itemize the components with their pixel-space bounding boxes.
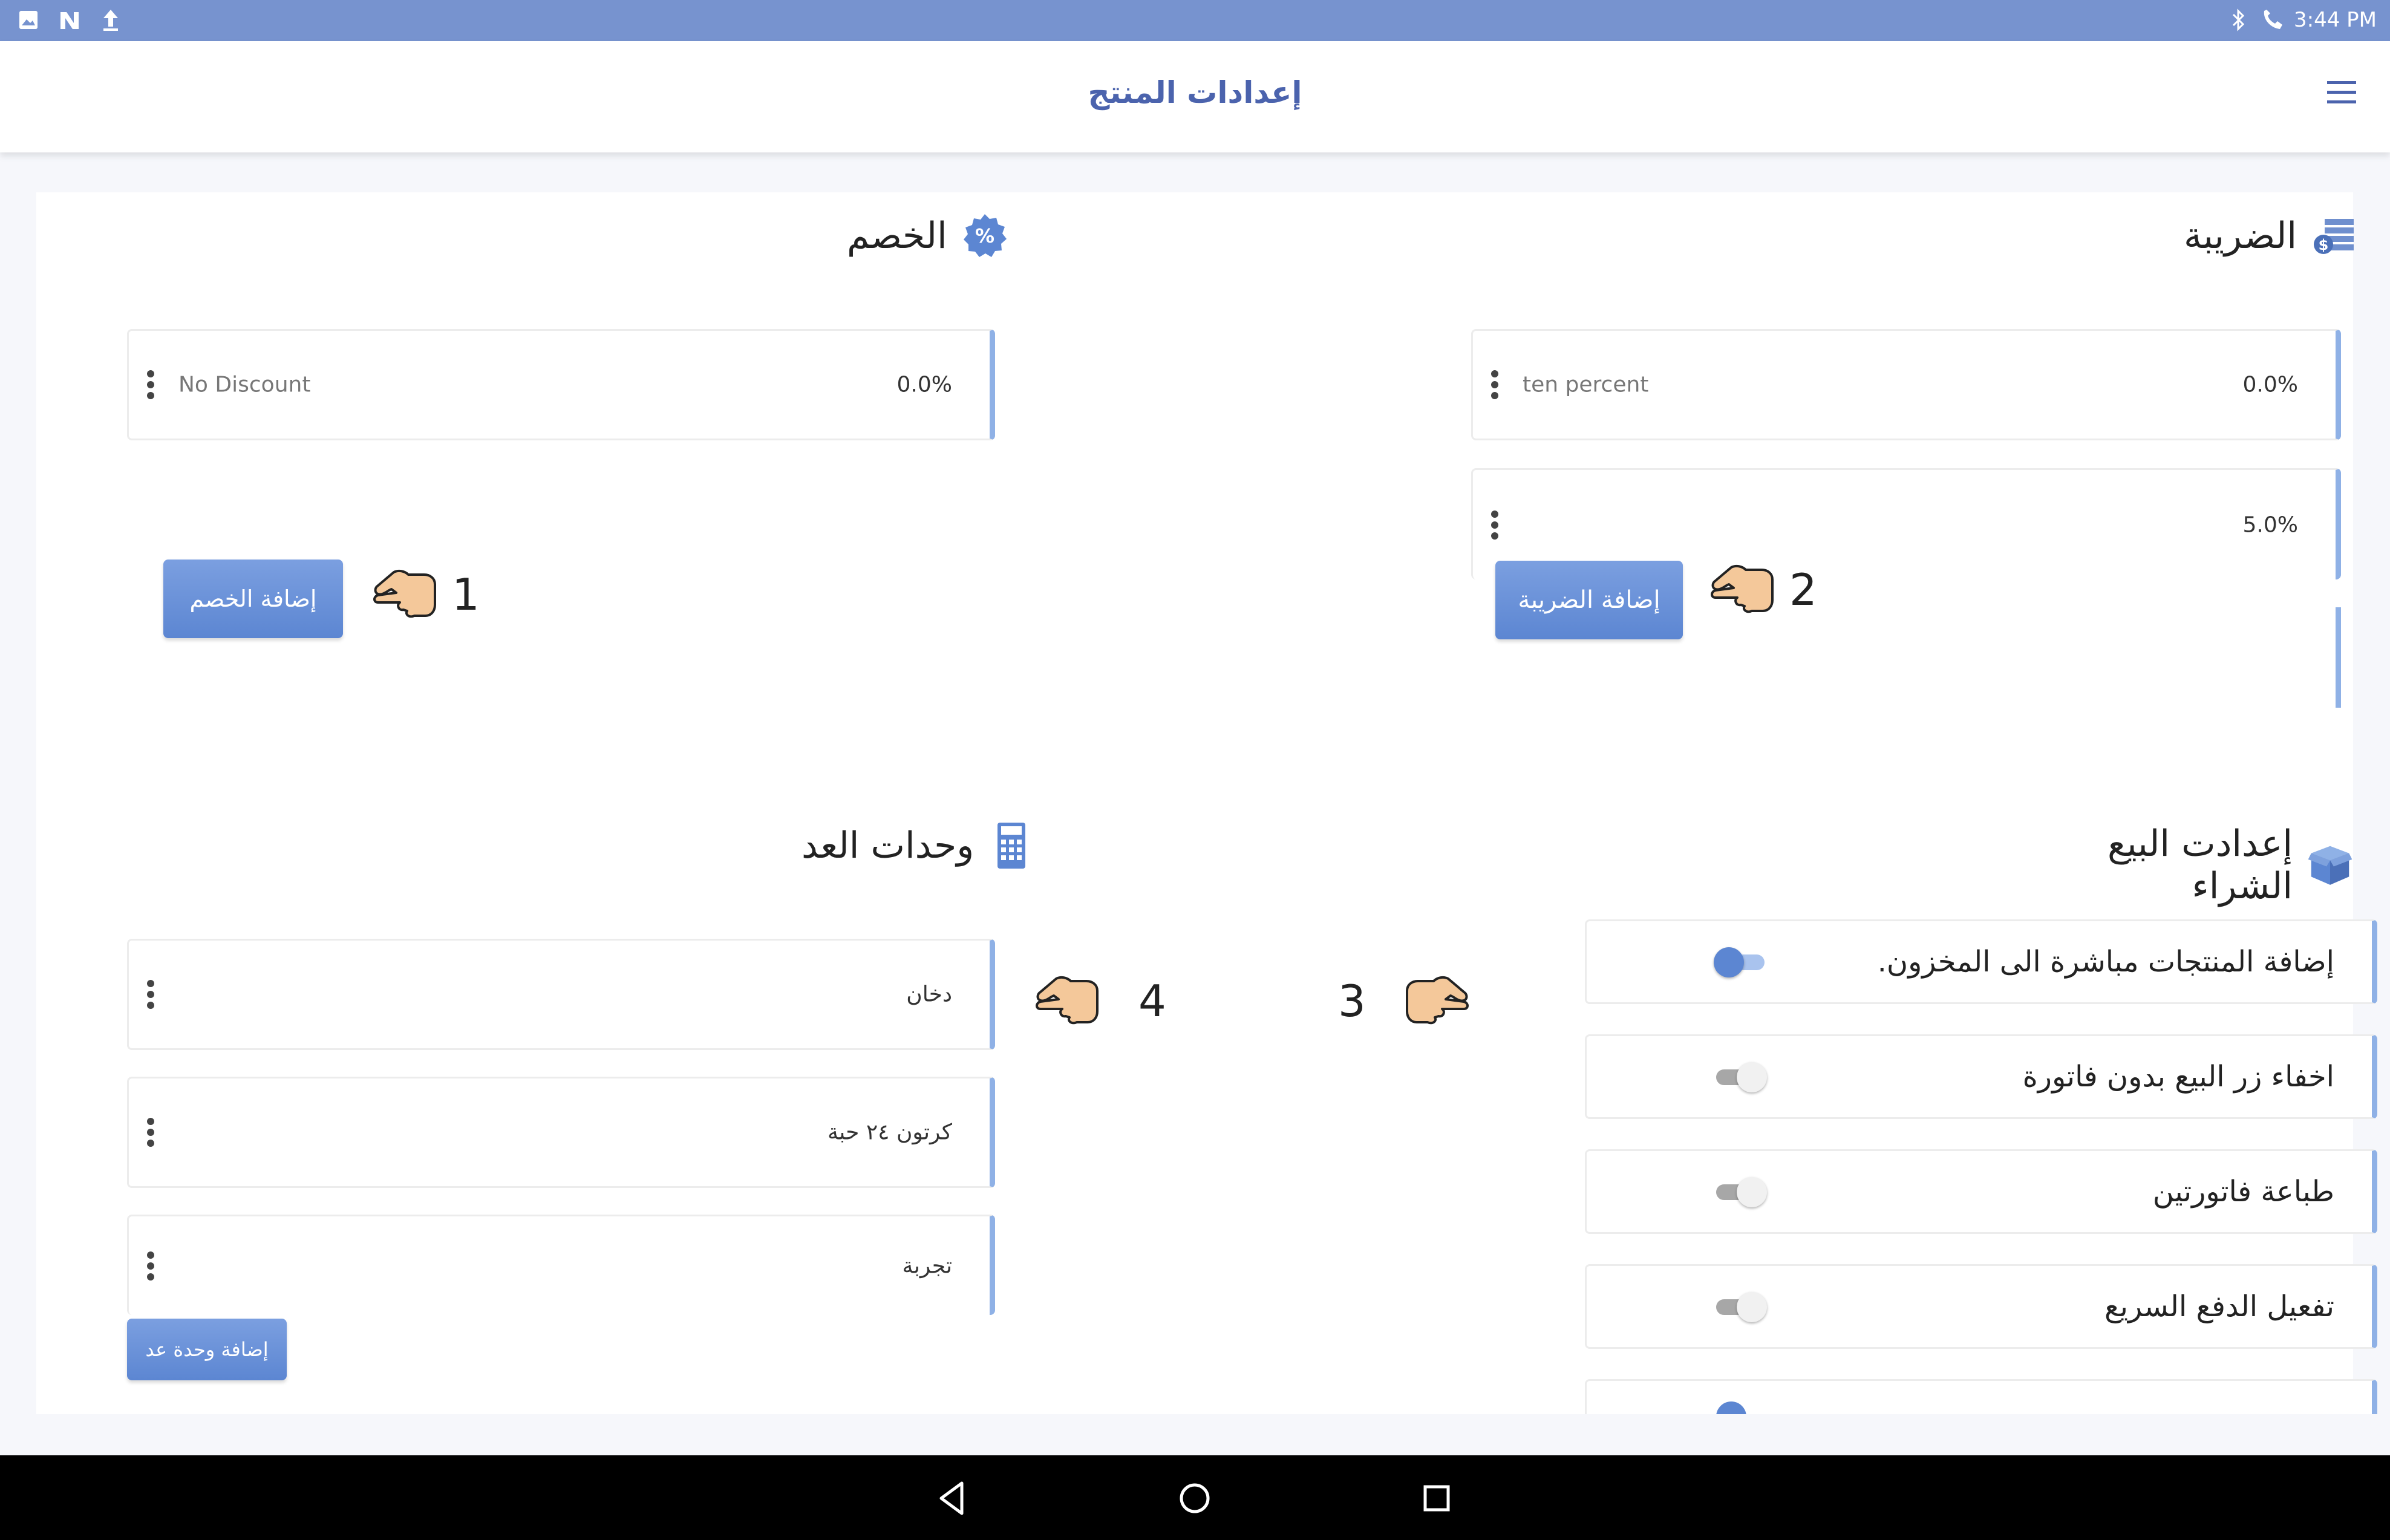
more-options-icon[interactable]: [1491, 510, 1498, 540]
svg-text:$: $: [2319, 237, 2329, 253]
toggle-row-print-two-invoices[interactable]: طباعة فاتورتين: [1585, 1149, 2377, 1234]
hint-number: 1: [452, 569, 480, 620]
settings-panel: % الخصم $ الضريبة No Discount 0.0% ten p…: [36, 192, 2377, 1414]
discount-section-title: % الخصم: [847, 213, 1008, 259]
more-options-icon[interactable]: [147, 370, 154, 399]
toggle-switch[interactable]: [1716, 1401, 1746, 1414]
toggle-label: إضافة المنتجات مباشرة الى المخزون.: [1877, 945, 2334, 979]
status-bar: 3:44 PM: [0, 0, 2390, 41]
pointing-hand-icon: [1711, 564, 1774, 613]
hint-number: 4: [1138, 976, 1166, 1026]
tax-item-value: 0.0%: [2242, 372, 2298, 397]
hint-2: 2: [1709, 563, 1817, 617]
phone-icon: [2260, 7, 2285, 33]
unit-item[interactable]: دخان: [127, 939, 995, 1050]
percent-icon: %: [962, 213, 1008, 259]
toggle-switch[interactable]: [1714, 1060, 1767, 1094]
hamburger-menu-icon[interactable]: [2325, 79, 2359, 106]
image-icon: [16, 7, 41, 33]
more-options-icon[interactable]: [147, 1118, 154, 1147]
hint-4: 4: [1034, 974, 1166, 1028]
status-time: 3:44 PM: [2294, 8, 2377, 32]
more-options-icon[interactable]: [147, 1251, 154, 1281]
back-icon[interactable]: [932, 1477, 974, 1519]
unit-item-name: كرتون ٢٤ حبة: [827, 1120, 952, 1145]
toggle-row-quick-payment[interactable]: تفعيل الدفع السريع: [1585, 1264, 2377, 1349]
hint-number: 3: [1338, 976, 1366, 1026]
pointing-hand-icon: [373, 569, 436, 618]
sales-title: إعدادت البيع الشراء: [2107, 823, 2293, 907]
calculator-icon: [988, 823, 1034, 869]
pointing-hand-icon: [1036, 976, 1099, 1025]
tax-item-value: 5.0%: [2242, 512, 2298, 537]
tax-item[interactable]: ten percent 0.0%: [1471, 329, 2341, 440]
sales-section-title: إعدادت البيع الشراء: [2023, 823, 2353, 907]
add-unit-button[interactable]: إضافة وحدة عد: [127, 1319, 287, 1380]
tax-section-title: $ الضريبة: [2184, 213, 2357, 259]
unit-item-name: تجربة: [902, 1253, 952, 1278]
svg-text:%: %: [975, 224, 994, 247]
tax-item-name: ten percent: [1523, 372, 1649, 397]
units-title: وحدات العد: [802, 824, 975, 867]
tax-money-icon: $: [2311, 213, 2357, 259]
add-discount-button[interactable]: إضافة الخصم: [163, 560, 343, 638]
discount-item-name: No Discount: [178, 372, 311, 397]
unit-item-name: دخان: [906, 982, 952, 1007]
unit-item[interactable]: تجربة: [127, 1215, 995, 1315]
pointing-hand-icon: [1405, 976, 1469, 1025]
page-title: إعدادات المنتج: [1088, 75, 1302, 110]
discount-title: الخصم: [847, 215, 947, 257]
toggle-switch[interactable]: [1714, 1290, 1767, 1323]
upload-icon: [98, 7, 123, 33]
toggle-label: تفعيل الدفع السريع: [2104, 1290, 2334, 1323]
toggle-label: طباعة فاتورتين: [2152, 1175, 2334, 1209]
toggle-row-add-to-stock[interactable]: إضافة المنتجات مباشرة الى المخزون.: [1585, 919, 2377, 1004]
unit-item[interactable]: كرتون ٢٤ حبة: [127, 1077, 995, 1188]
bluetooth-icon: [2226, 7, 2251, 33]
box-icon: [2307, 842, 2353, 888]
toggle-row-partial[interactable]: [1585, 1379, 2377, 1414]
hint-1: 1: [372, 567, 480, 622]
hint-3: 3: [1338, 974, 1470, 1028]
discount-item[interactable]: No Discount 0.0%: [127, 329, 995, 440]
more-options-icon[interactable]: [147, 980, 154, 1009]
toggle-row-hide-sell-button[interactable]: اخفاء زر البيع بدون فاتورة: [1585, 1034, 2377, 1119]
toggle-switch[interactable]: [1714, 1175, 1767, 1209]
toggle-label: اخفاء زر البيع بدون فاتورة: [2022, 1060, 2334, 1094]
tax-list-scroll-edge: [2336, 607, 2341, 708]
more-options-icon[interactable]: [1491, 370, 1498, 399]
app-bar: إعدادات المنتج: [0, 41, 2390, 152]
units-section-title: وحدات العد: [802, 823, 1034, 869]
toggle-switch[interactable]: [1714, 945, 1767, 979]
home-icon[interactable]: [1174, 1477, 1216, 1519]
add-tax-button[interactable]: إضافة الضريبة: [1495, 561, 1683, 639]
tax-title: الضريبة: [2184, 215, 2297, 257]
hint-number: 2: [1789, 564, 1817, 615]
discount-item-value: 0.0%: [896, 372, 952, 397]
recents-icon[interactable]: [1415, 1477, 1458, 1519]
n-icon: [57, 7, 82, 33]
navigation-bar: [0, 1455, 2390, 1540]
